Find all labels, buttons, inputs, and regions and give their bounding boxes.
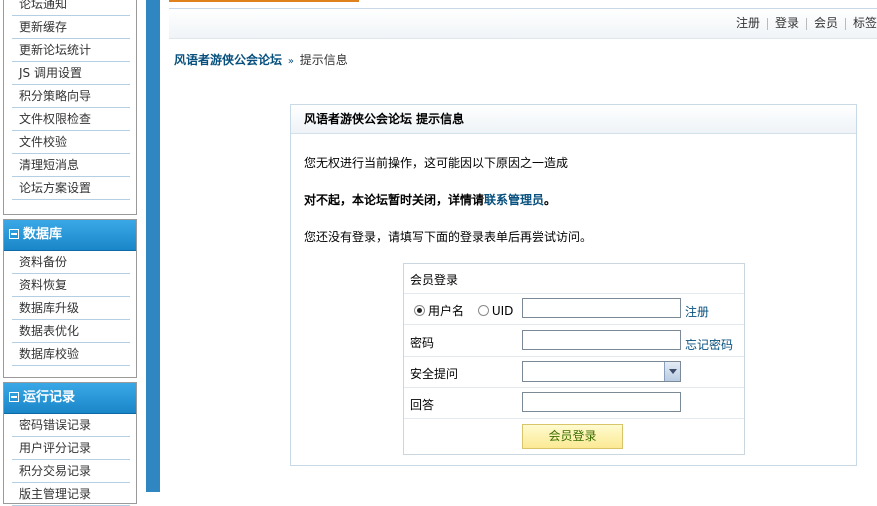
- breadcrumb-arrow: »: [287, 56, 294, 67]
- sidebar-scrollbar[interactable]: [146, 0, 160, 492]
- nav-register-link[interactable]: 注册: [736, 16, 760, 30]
- collapse-icon[interactable]: [9, 391, 19, 402]
- username-radio[interactable]: [414, 305, 425, 316]
- chevron-down-icon[interactable]: [664, 362, 680, 381]
- sidebar-panel-database: 数据库 资料备份 资料恢复 数据库升级 数据表优化 数据库校验: [3, 219, 137, 378]
- register-link[interactable]: 注册: [685, 303, 709, 320]
- closed-notice-suffix: 。: [544, 193, 557, 207]
- collapse-icon[interactable]: [9, 228, 19, 239]
- message-line-1: 您无权进行当前操作，这可能因以下原因之一造成: [304, 156, 569, 170]
- menu-item-moderator-log[interactable]: 版主管理记录: [12, 483, 130, 506]
- closed-notice-text: 对不起，本论坛暂时关闭，详情请: [304, 193, 485, 207]
- menu-item-forum-scheme[interactable]: 论坛方案设置: [12, 177, 130, 200]
- nav-divider: [805, 17, 807, 30]
- menu-item-update-stats[interactable]: 更新论坛统计: [12, 39, 130, 62]
- username-row: 用户名 UID 注册: [404, 294, 744, 325]
- database-menu: 资料备份 资料恢复 数据库升级 数据表优化 数据库校验: [4, 251, 136, 366]
- breadcrumb-forum-link[interactable]: 风语者游侠公会论坛: [174, 53, 282, 67]
- login-type-radios: 用户名 UID: [414, 302, 513, 319]
- message-title: 风语者游侠公会论坛 提示信息: [291, 105, 856, 134]
- message-line-2: 对不起，本论坛暂时关闭，详情请联系管理员。: [304, 191, 556, 208]
- login-form: 会员登录 用户名 UID 注册 密码 忘记密码 安全提问 回答 会员登录: [403, 263, 745, 455]
- nav-divider: [844, 17, 846, 30]
- logs-panel-title: 运行记录: [23, 390, 76, 405]
- admin-sidebar: 论坛通知 更新缓存 更新论坛统计 JS 调用设置 积分策略向导 文件权限检查 文…: [0, 0, 146, 506]
- menu-item-credit-wizard[interactable]: 积分策略向导: [12, 85, 130, 108]
- database-panel-header[interactable]: 数据库: [4, 220, 136, 251]
- login-form-header: 会员登录: [404, 264, 744, 294]
- menu-item-backup[interactable]: 资料备份: [12, 251, 130, 274]
- menu-item-js-settings[interactable]: JS 调用设置: [12, 62, 130, 85]
- logs-menu: 密码错误记录 用户评分记录 积分交易记录 版主管理记录: [4, 414, 136, 506]
- nav-tags-link[interactable]: 标签: [853, 16, 877, 30]
- contact-admin-link[interactable]: 联系管理员: [484, 193, 544, 207]
- sidebar-panel-logs: 运行记录 密码错误记录 用户评分记录 积分交易记录 版主管理记录: [3, 382, 137, 506]
- nav-login-link[interactable]: 登录: [775, 16, 799, 30]
- menu-item-file-check[interactable]: 文件校验: [12, 131, 130, 154]
- menu-item-credit-log[interactable]: 积分交易记录: [12, 460, 130, 483]
- username-input[interactable]: [522, 298, 681, 318]
- password-input[interactable]: [522, 330, 681, 350]
- member-login-button[interactable]: 会员登录: [522, 424, 623, 449]
- breadcrumb: 风语者游侠公会论坛 » 提示信息: [174, 51, 348, 68]
- answer-row: 回答: [404, 388, 744, 419]
- question-row: 安全提问: [404, 357, 744, 388]
- logs-panel-header[interactable]: 运行记录: [4, 383, 136, 414]
- uid-radio-label[interactable]: UID: [492, 304, 514, 318]
- menu-item-rating-log[interactable]: 用户评分记录: [12, 437, 130, 460]
- nav-divider: [766, 17, 768, 30]
- password-label: 密码: [410, 336, 435, 350]
- sidebar-panel-tools: 论坛通知 更新缓存 更新论坛统计 JS 调用设置 积分策略向导 文件权限检查 文…: [3, 0, 137, 215]
- database-panel-title: 数据库: [23, 227, 63, 242]
- menu-item-update-cache[interactable]: 更新缓存: [12, 16, 130, 39]
- login-form-title: 会员登录: [410, 273, 459, 287]
- menu-item-password-errors[interactable]: 密码错误记录: [12, 414, 130, 437]
- password-row: 密码 忘记密码: [404, 326, 744, 357]
- header-accent-line: [169, 0, 359, 2]
- security-question-select[interactable]: [522, 361, 681, 382]
- uid-radio[interactable]: [477, 305, 489, 316]
- menu-item-table-optimize[interactable]: 数据表优化: [12, 320, 130, 343]
- nav-links: 注册 登录 会员 标签: [736, 9, 877, 38]
- forgot-password-link[interactable]: 忘记密码: [685, 336, 733, 353]
- security-question-label: 安全提问: [410, 367, 459, 381]
- username-radio-label[interactable]: 用户名: [428, 304, 464, 318]
- message-box: 风语者游侠公会论坛 提示信息 您无权进行当前操作，这可能因以下原因之一造成 对不…: [290, 104, 857, 466]
- menu-item-file-permission[interactable]: 文件权限检查: [12, 108, 130, 131]
- answer-input[interactable]: [522, 392, 681, 412]
- main-frame: 注册 登录 会员 标签 风语者游侠公会论坛 » 提示信息 风语者游侠公会论坛 提示信息…: [160, 0, 877, 492]
- breadcrumb-current: 提示信息: [299, 53, 348, 67]
- top-nav-bar: 注册 登录 会员 标签: [169, 8, 877, 39]
- menu-item-clean-pm[interactable]: 清理短消息: [12, 154, 130, 177]
- tools-menu: 论坛通知 更新缓存 更新论坛统计 JS 调用设置 积分策略向导 文件权限检查 文…: [4, 0, 136, 200]
- message-line-3: 您还没有登录，请填写下面的登录表单后再尝试访问。: [304, 230, 593, 244]
- menu-item-restore[interactable]: 资料恢复: [12, 274, 130, 297]
- answer-label: 回答: [410, 398, 435, 412]
- nav-members-link[interactable]: 会员: [814, 16, 838, 30]
- menu-item-forum-notice[interactable]: 论坛通知: [12, 0, 130, 16]
- menu-item-db-upgrade[interactable]: 数据库升级: [12, 297, 130, 320]
- menu-item-db-check[interactable]: 数据库校验: [12, 343, 130, 366]
